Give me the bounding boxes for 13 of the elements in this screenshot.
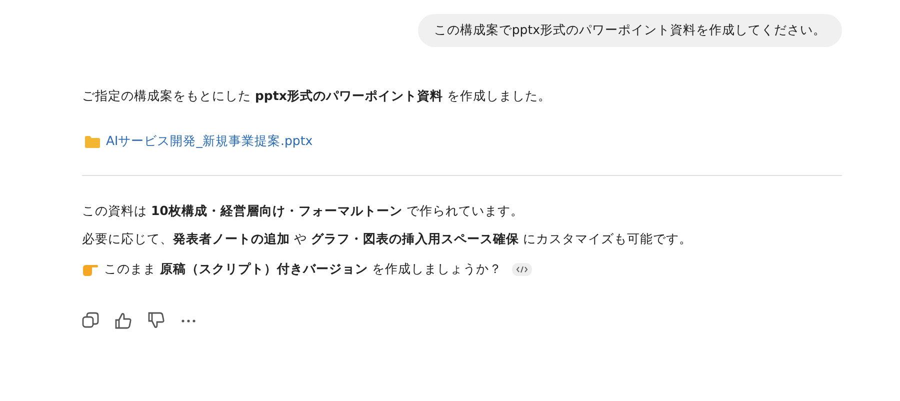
copy-icon[interactable] [82, 312, 99, 329]
reply-text: この資料は 10枚構成・経営層向け・フォーマルトーン で作られています。 [82, 202, 524, 220]
reply-text: 必要に応じて、発表者ノートの追加 や グラフ・図表の挿入用スペース確保 にカスタマイズも可能です。 [82, 230, 693, 248]
reply-text: ご指定の構成案をもとにした pptx形式のパワーポイント資料 を作成しました。 [82, 87, 552, 105]
folder-icon [85, 136, 100, 148]
code-icon[interactable] [512, 262, 532, 276]
file-link[interactable]: AIサービス開発_新規事業提案.pptx [106, 133, 313, 150]
question-text: このまま 原稿（スクリプト）付きバージョン を作成しましょうか？ [104, 260, 502, 278]
pointing-hand-icon [82, 262, 98, 276]
user-message: この構成案でpptx形式のパワーポイント資料を作成してください。 [418, 14, 842, 47]
more-icon[interactable] [181, 318, 196, 322]
thumbs-up-icon[interactable] [115, 312, 132, 329]
thumbs-down-icon[interactable] [148, 312, 165, 329]
